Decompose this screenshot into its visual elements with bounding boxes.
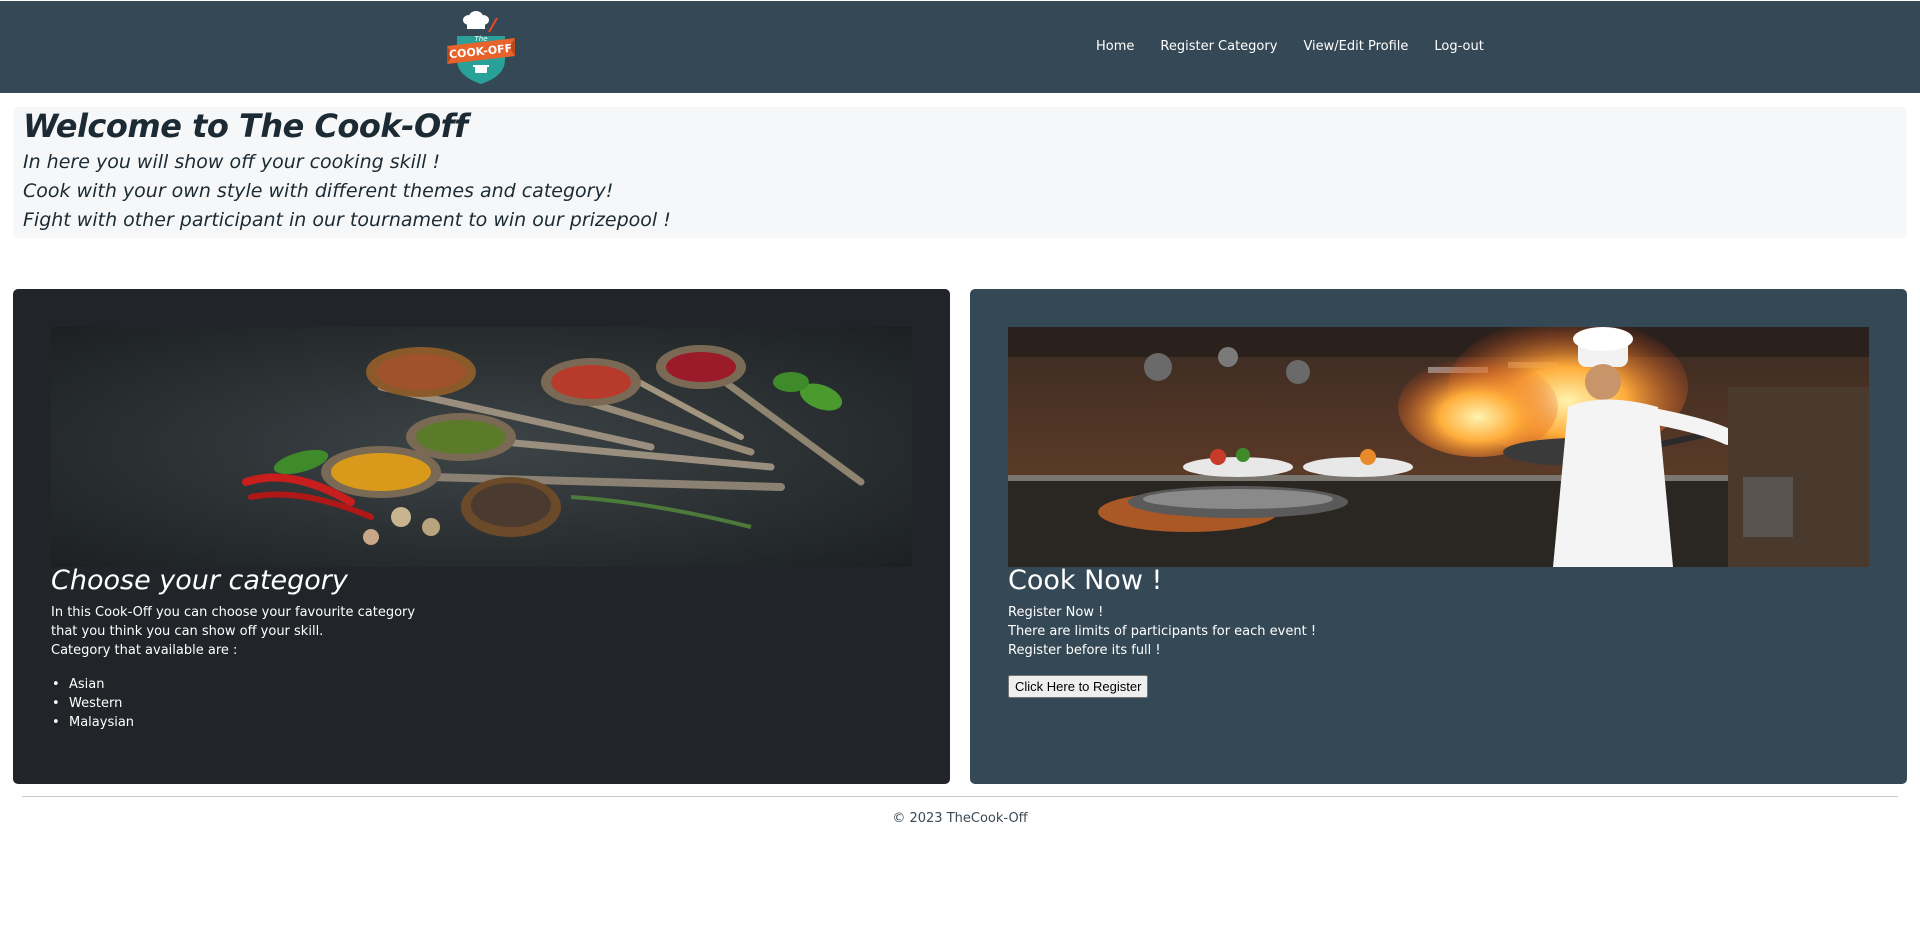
register-card-text-3: Register before its full ! — [1008, 643, 1161, 658]
footer-divider — [22, 796, 1898, 797]
welcome-line-2: Cook with your own style with different … — [23, 180, 614, 202]
welcome-line-3: Fight with other participant in our tour… — [23, 209, 671, 231]
footer-copyright: © 2023 TheCook-Off — [892, 811, 1028, 826]
svg-text:The: The — [474, 35, 487, 43]
spices-image — [51, 327, 912, 567]
category-card-title: Choose your category — [51, 565, 348, 596]
welcome-title: Welcome to The Cook-Off — [23, 107, 468, 145]
welcome-line-1: In here you will show off your cooking s… — [23, 151, 441, 173]
nav-logout-link[interactable]: Log-out — [1434, 39, 1483, 55]
nav-menu: Home Register Category View/Edit Profile… — [1096, 39, 1510, 55]
list-item: Malaysian — [51, 713, 134, 732]
nav-view-edit-profile-link[interactable]: View/Edit Profile — [1303, 39, 1408, 55]
list-item: Asian — [51, 675, 134, 694]
category-card-text-1: In this Cook-Off you can choose your fav… — [51, 605, 416, 620]
category-card-text-3: Category that available are : — [51, 643, 238, 658]
register-card: Cook Now ! Register Now ! There are limi… — [970, 289, 1907, 784]
category-card-text-2: that you think you can show off your ski… — [51, 624, 324, 639]
register-card-text-1: Register Now ! — [1008, 605, 1104, 620]
welcome-banner: Welcome to The Cook-Off In here you will… — [13, 107, 1907, 238]
category-list: Asian Western Malaysian — [51, 675, 134, 732]
list-item: Western — [51, 694, 134, 713]
nav-register-category-link[interactable]: Register Category — [1160, 39, 1277, 55]
nav-home-link[interactable]: Home — [1096, 39, 1134, 55]
category-card: Choose your category In this Cook-Off yo… — [13, 289, 950, 784]
register-button[interactable]: Click Here to Register — [1008, 675, 1149, 698]
top-navbar: The COOK-OFF Home Register Category View… — [0, 0, 1920, 93]
chef-kitchen-image — [1008, 327, 1869, 567]
cook-off-logo[interactable]: The COOK-OFF — [443, 10, 519, 86]
register-card-text-2: There are limits of participants for eac… — [1008, 624, 1317, 639]
register-card-title: Cook Now ! — [1008, 565, 1163, 596]
